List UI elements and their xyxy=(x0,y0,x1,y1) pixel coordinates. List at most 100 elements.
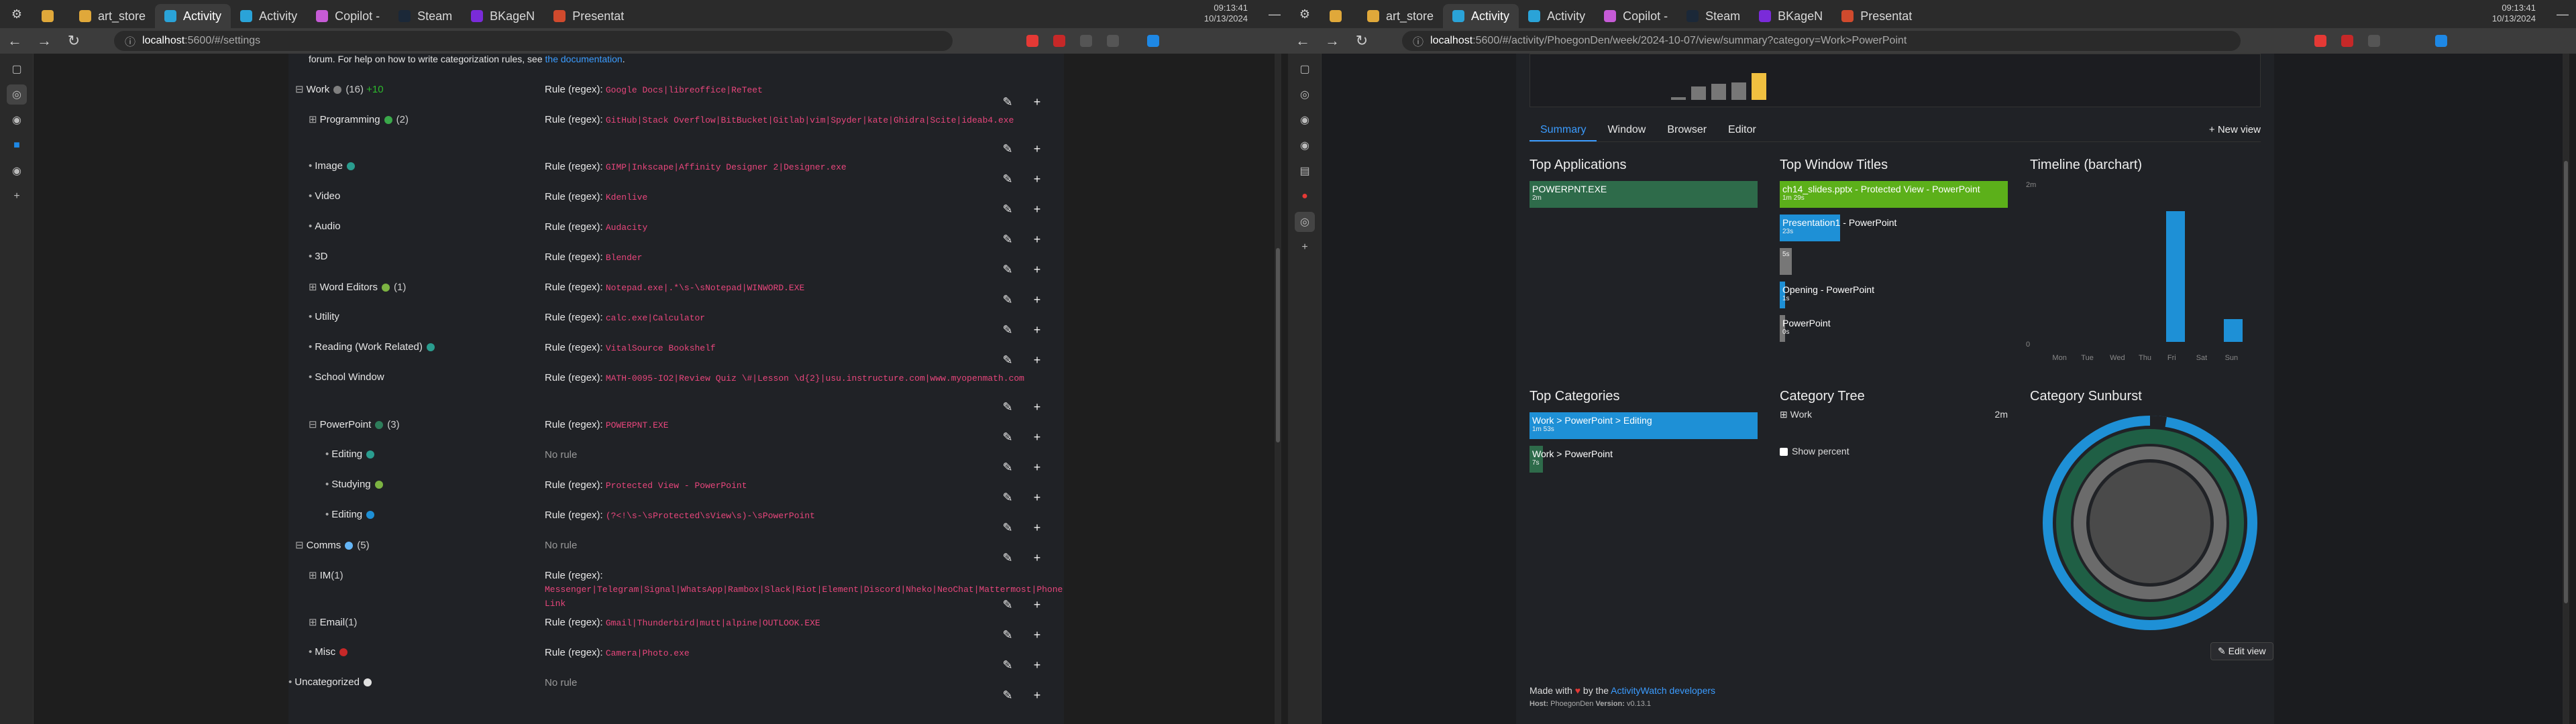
add-icon[interactable]: + xyxy=(1295,237,1315,257)
toggle-icon[interactable]: ⊟ xyxy=(309,419,317,430)
toggle-icon[interactable]: • xyxy=(309,221,312,232)
window-title-bar[interactable]: PowerPoint 0s xyxy=(1780,315,1831,342)
documentation-link[interactable]: the documentation xyxy=(545,54,623,64)
edit-icon[interactable]: ✎ xyxy=(1001,598,1014,612)
sidebar-icon[interactable]: ◉ xyxy=(1295,135,1315,156)
tree-row-work[interactable]: ⊞ Work 2m xyxy=(1780,409,2008,420)
browser-tab[interactable] xyxy=(32,4,70,28)
category-name[interactable]: ⊞ Email(1) xyxy=(309,616,357,628)
toggle-icon[interactable]: ⊞ xyxy=(309,114,317,125)
toggle-icon[interactable]: ⊞ xyxy=(309,617,317,628)
add-subcategory-icon[interactable]: + xyxy=(1030,172,1044,186)
add-subcategory-icon[interactable]: + xyxy=(1030,658,1044,672)
category-name[interactable]: • Editing xyxy=(325,448,378,460)
copilot-icon[interactable] xyxy=(2435,35,2447,47)
reload-icon[interactable]: ↻ xyxy=(1347,32,1377,50)
tab-editor[interactable]: Editor xyxy=(1717,118,1767,141)
category-name[interactable]: • Audio xyxy=(309,221,341,232)
browser-tab[interactable]: BKageN xyxy=(462,4,544,28)
edit-icon[interactable]: ✎ xyxy=(1001,551,1014,565)
toggle-icon[interactable]: • xyxy=(309,160,312,172)
category-name[interactable]: ⊞ IM(1) xyxy=(309,569,343,581)
top-app-bar[interactable]: POWERPNT.EXE 2m xyxy=(1529,181,1758,208)
edit-icon[interactable]: ✎ xyxy=(1001,233,1014,247)
edit-icon[interactable]: ✎ xyxy=(1001,521,1014,535)
add-subcategory-icon[interactable]: + xyxy=(1030,353,1044,367)
add-subcategory-icon[interactable]: + xyxy=(1030,95,1044,109)
tab-browser[interactable]: Browser xyxy=(1656,118,1717,141)
category-name[interactable]: • School Window xyxy=(309,371,384,383)
toggle-icon[interactable]: ⊞ xyxy=(309,282,317,293)
add-subcategory-icon[interactable]: + xyxy=(1030,688,1044,703)
browser-tab[interactable]: Activity xyxy=(231,4,307,28)
browser-tab[interactable]: BKageN xyxy=(1750,4,1832,28)
developers-link[interactable]: ActivityWatch developers xyxy=(1611,685,1715,696)
browser-tab[interactable]: art_store xyxy=(1358,4,1443,28)
category-name[interactable]: ⊞ Word Editors (1) xyxy=(309,281,406,293)
add-subcategory-icon[interactable]: + xyxy=(1030,233,1044,247)
extension-icon[interactable] xyxy=(1026,35,1038,47)
extension-icon[interactable] xyxy=(1053,35,1065,47)
edit-icon[interactable]: ✎ xyxy=(1001,658,1014,672)
browser-tab[interactable]: Steam xyxy=(1677,4,1750,28)
browser-tab[interactable]: art_store xyxy=(70,4,155,28)
edit-icon[interactable]: ✎ xyxy=(1001,263,1014,277)
tab-window[interactable]: Window xyxy=(1597,118,1656,141)
add-subcategory-icon[interactable]: + xyxy=(1030,263,1044,277)
browser-tab[interactable] xyxy=(1320,4,1358,28)
toggle-icon[interactable]: • xyxy=(288,676,292,688)
add-subcategory-icon[interactable]: + xyxy=(1030,400,1044,414)
top-category-bar[interactable]: Work > PowerPoint 7s xyxy=(1529,446,1613,473)
browser-menu-icon[interactable]: ⚙ xyxy=(7,4,27,24)
edit-icon[interactable]: ✎ xyxy=(1001,95,1014,109)
edit-icon[interactable]: ✎ xyxy=(1001,323,1014,337)
minimize-icon[interactable]: — xyxy=(2549,7,2576,21)
sunburst-center[interactable] xyxy=(2090,463,2210,583)
add-subcategory-icon[interactable]: + xyxy=(1030,142,1044,156)
tab-summary[interactable]: Summary xyxy=(1529,118,1597,141)
sidebar-icon[interactable]: ■ xyxy=(7,135,27,156)
category-name[interactable]: • Misc xyxy=(309,646,352,658)
category-name[interactable]: ⊟ PowerPoint (3) xyxy=(309,418,400,430)
sidebar-icon[interactable]: ◎ xyxy=(1295,84,1315,105)
timeline-bar[interactable] xyxy=(2165,210,2185,342)
edit-icon[interactable]: ✎ xyxy=(1001,293,1014,307)
browser-tab[interactable]: Copilot - xyxy=(1595,4,1677,28)
copilot-icon[interactable] xyxy=(1147,35,1159,47)
sidebar-icon[interactable]: ◉ xyxy=(1295,110,1315,130)
extension-icon[interactable] xyxy=(2368,35,2380,47)
forward-icon[interactable]: → xyxy=(1318,32,1347,50)
extension-icon[interactable] xyxy=(2314,35,2326,47)
browser-tab[interactable]: Activity xyxy=(155,4,231,28)
category-name[interactable]: • Video xyxy=(309,190,340,202)
sidebar-icon[interactable]: ▢ xyxy=(7,59,27,79)
show-percent-checkbox[interactable] xyxy=(1780,448,1788,457)
browser-tab[interactable]: Activity xyxy=(1519,4,1595,28)
edit-icon[interactable]: ✎ xyxy=(1001,688,1014,703)
edit-icon[interactable]: ✎ xyxy=(1001,202,1014,217)
add-subcategory-icon[interactable]: + xyxy=(1030,521,1044,535)
add-subcategory-icon[interactable]: + xyxy=(1030,491,1044,505)
window-title-bar[interactable]: Presentation1 - PowerPoint 23s xyxy=(1780,215,1896,241)
toggle-icon[interactable]: • xyxy=(309,311,312,322)
add-subcategory-icon[interactable]: + xyxy=(1030,293,1044,307)
category-name[interactable]: • 3D xyxy=(309,251,327,262)
forward-icon[interactable]: → xyxy=(30,32,59,50)
window-title-bar[interactable]: Opening - PowerPoint 1s xyxy=(1780,282,1874,308)
reload-icon[interactable]: ↻ xyxy=(59,32,89,50)
window-title-bar[interactable]: 5s xyxy=(1780,248,1792,275)
extension-icon[interactable] xyxy=(2341,35,2353,47)
edit-icon[interactable]: ✎ xyxy=(1001,400,1014,414)
edit-icon[interactable]: ✎ xyxy=(1001,491,1014,505)
toggle-icon[interactable]: • xyxy=(309,190,312,202)
edit-icon[interactable]: ✎ xyxy=(1001,142,1014,156)
new-view-button[interactable]: + New view xyxy=(2209,118,2261,142)
toggle-icon[interactable]: • xyxy=(309,646,312,658)
sidebar-icon[interactable]: ◎ xyxy=(7,84,27,105)
add-subcategory-icon[interactable]: + xyxy=(1030,202,1044,217)
browser-tab[interactable]: Activity xyxy=(1443,4,1519,28)
toggle-icon[interactable]: • xyxy=(325,448,329,460)
browser-tab[interactable]: Steam xyxy=(389,4,462,28)
top-category-bar[interactable]: Work > PowerPoint > Editing 1m 53s xyxy=(1529,412,1758,439)
toggle-icon[interactable]: • xyxy=(309,341,312,353)
